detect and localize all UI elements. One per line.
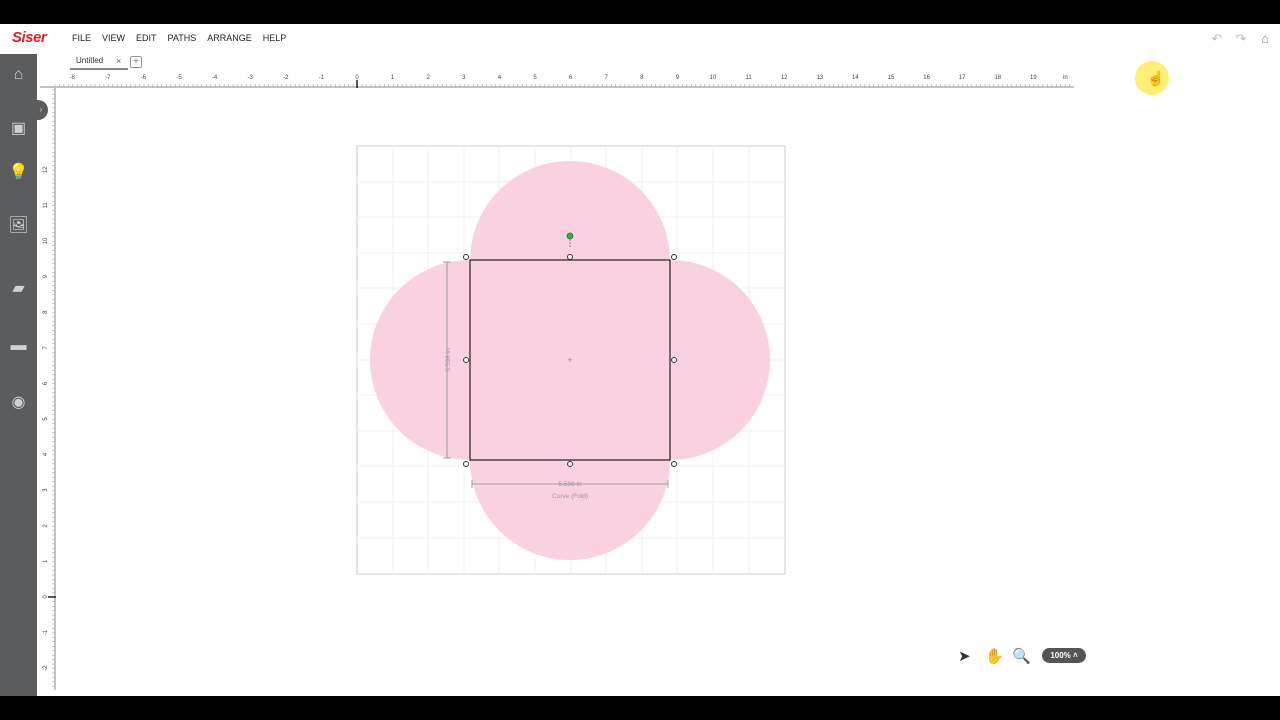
handle-right[interactable]: [671, 357, 677, 363]
ruler-label: 0: [355, 75, 359, 81]
hand-cursor-icon: ☝: [1147, 70, 1165, 86]
ruler-label: 3: [462, 75, 466, 81]
lightbulb-icon[interactable]: 💡: [0, 162, 37, 182]
window-icons: ↶ ↷ ⌂: [1210, 31, 1272, 47]
rotate-handle[interactable]: [566, 232, 574, 240]
vertical-ruler: 1211109876543210-1-2-3: [43, 88, 56, 690]
ruler-label: 8: [43, 310, 49, 314]
ruler-label: -8: [70, 75, 76, 81]
menu-bar: Siser FILE VIEW EDIT PATHS ARRANGE HELP …: [0, 24, 1280, 54]
tab-label: Untitled: [76, 56, 104, 65]
handle-top-right[interactable]: [671, 254, 677, 260]
ruler-label: 10: [710, 75, 717, 81]
ruler-label: 7: [43, 345, 49, 349]
design-canvas[interactable]: + 5.598 in 5.598 in Curve (Fold): [56, 88, 1280, 696]
ruler-label: 8: [640, 75, 644, 81]
user-icon[interactable]: ◉: [0, 392, 37, 412]
ruler-label: -2: [283, 75, 289, 81]
menu-edit[interactable]: EDIT: [136, 33, 157, 43]
ruler-label: 4: [498, 75, 502, 81]
ruler-label: -6: [141, 75, 147, 81]
handle-bottom[interactable]: [567, 461, 573, 467]
tab-untitled[interactable]: Untitled ×: [70, 54, 128, 70]
magnifier-icon[interactable]: 🔍: [1012, 647, 1031, 665]
handle-left[interactable]: [463, 357, 469, 363]
ruler-label: 9: [43, 274, 49, 278]
ruler-label: 12: [43, 166, 49, 173]
ruler-label: 10: [43, 237, 49, 244]
ruler-label: 11: [43, 202, 49, 209]
ruler-label: 1: [43, 559, 49, 563]
ruler-label: -4: [212, 75, 218, 81]
ruler-label: 4: [43, 452, 49, 456]
hand-icon[interactable]: ✋: [985, 647, 1004, 665]
ruler-label: 5: [533, 75, 537, 81]
media-icon[interactable]: ▣: [0, 118, 37, 138]
handle-bottom-right[interactable]: [671, 461, 677, 467]
left-sidebar: ⌂ ▣ 💡 🖼 ▰ ▬ ◉: [0, 54, 37, 696]
ruler-label: 3: [43, 488, 49, 492]
redo-icon[interactable]: ↷: [1234, 31, 1248, 47]
tab-close-icon[interactable]: ×: [116, 54, 121, 68]
ruler-label: 0: [43, 595, 49, 599]
ruler-label: 5: [43, 417, 49, 421]
menu-file[interactable]: FILE: [72, 33, 91, 43]
ruler-label: 13: [816, 75, 823, 81]
ruler-label: 2: [43, 523, 49, 527]
undo-icon[interactable]: ↶: [1210, 31, 1224, 47]
app-window: Siser FILE VIEW EDIT PATHS ARRANGE HELP …: [0, 24, 1280, 696]
ruler-label: -1: [43, 629, 49, 635]
cutter-icon[interactable]: ▬: [0, 337, 37, 355]
ruler-label: -3: [248, 75, 254, 81]
height-label: 5.598 in: [445, 348, 452, 372]
menu-help[interactable]: HELP: [263, 33, 287, 43]
menu-view[interactable]: VIEW: [102, 33, 125, 43]
center-mark: +: [567, 355, 572, 365]
horizontal-ruler: -8 -7 -6 -5 -4 -3 -2 -1 0 1 2 3 4 5 6 7 8 9 10 11 12 13 14 15 16…: [40, 75, 1074, 88]
ruler-label: -5: [176, 75, 182, 81]
ruler-label: 14: [852, 75, 859, 81]
ruler-label: 16: [923, 75, 930, 81]
ruler-label: -7: [105, 75, 111, 81]
material-icon[interactable]: ▰: [0, 278, 37, 298]
bottom-toolbar: ➤ ✋ 🔍 100% ˄: [958, 647, 1098, 667]
home-icon[interactable]: ⌂: [0, 66, 37, 84]
ruler-label: 6: [43, 381, 49, 385]
home-icon[interactable]: ⌂: [1258, 31, 1272, 47]
menu-paths[interactable]: PATHS: [168, 33, 197, 43]
pointer-icon[interactable]: ➤: [958, 647, 971, 665]
ruler-label: 19: [1030, 75, 1037, 81]
image-icon[interactable]: 🖼: [0, 215, 37, 235]
ruler-label: -2: [43, 665, 49, 671]
main-menu: FILE VIEW EDIT PATHS ARRANGE HELP: [72, 33, 297, 43]
ruler-unit-label: in: [1063, 75, 1068, 81]
ruler-label: 18: [994, 75, 1001, 81]
shape-caption: Curve (Fold): [552, 493, 588, 500]
ruler-label: 12: [781, 75, 788, 81]
zoom-level-button[interactable]: 100% ˄: [1042, 648, 1086, 663]
ruler-label: 15: [888, 75, 895, 81]
width-label: 5.598 in: [558, 481, 582, 488]
add-tab-button[interactable]: +: [130, 56, 142, 68]
ruler-label: 2: [427, 75, 431, 81]
ruler-label: -1: [319, 75, 325, 81]
ruler-label: 7: [605, 75, 609, 81]
siser-logo: Siser: [12, 29, 47, 46]
ruler-label: 11: [745, 75, 752, 81]
ruler-label: 9: [676, 75, 680, 81]
ruler-label: 1: [391, 75, 395, 81]
handle-bottom-left[interactable]: [463, 461, 469, 467]
handle-top-left[interactable]: [463, 254, 469, 260]
ruler-label: 17: [959, 75, 966, 81]
handle-top[interactable]: [567, 254, 573, 260]
menu-arrange[interactable]: ARRANGE: [207, 33, 252, 43]
ruler-label: 6: [569, 75, 573, 81]
zoom-level: 100%: [1050, 651, 1071, 660]
